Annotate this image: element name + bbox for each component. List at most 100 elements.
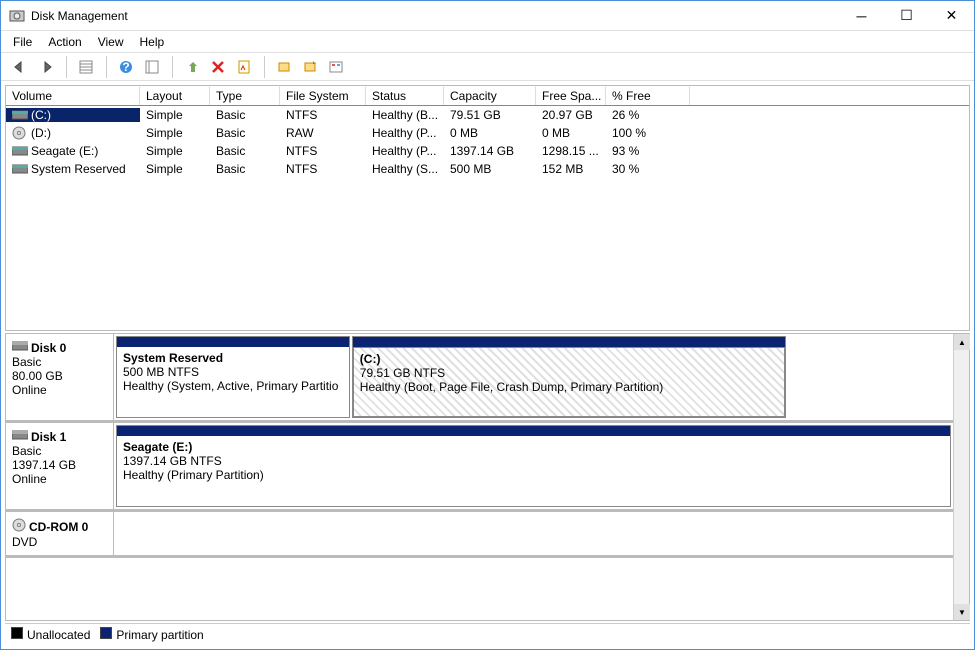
volume-cell-layout: Simple [140, 144, 210, 158]
menu-file[interactable]: File [13, 35, 32, 49]
settings-button[interactable] [141, 56, 163, 78]
volume-cell-status: Healthy (B... [366, 108, 444, 122]
partition-name: Seagate (E:) [123, 440, 192, 454]
disk-partitions: Seagate (E:)1397.14 GB NTFSHealthy (Prim… [114, 423, 953, 509]
forward-button[interactable] [35, 56, 57, 78]
toolbar: ? [1, 53, 974, 81]
hard-drive-icon [12, 144, 28, 158]
show-hide-tree-button[interactable] [75, 56, 97, 78]
volume-cell-pct: 30 % [606, 162, 690, 176]
menu-action[interactable]: Action [48, 35, 81, 49]
vertical-scrollbar[interactable]: ▲ ▼ [953, 334, 969, 620]
volume-cell-type: Basic [210, 144, 280, 158]
scroll-down-button[interactable]: ▼ [954, 604, 970, 620]
action1-button[interactable] [273, 56, 295, 78]
partition-size-fs: 500 MB NTFS [123, 365, 199, 379]
volume-cell-fs: RAW [280, 126, 366, 140]
col-pctfree[interactable]: % Free [606, 86, 690, 105]
disk-row: Disk 1Basic1397.14 GBOnlineSeagate (E:)1… [6, 423, 953, 512]
action2-button[interactable] [299, 56, 321, 78]
disk-id: CD-ROM 0 [29, 520, 88, 534]
partition-status: Healthy (Primary Partition) [123, 468, 264, 482]
partition-box[interactable]: System Reserved500 MB NTFSHealthy (Syste… [116, 336, 350, 418]
volume-cell-layout: Simple [140, 162, 210, 176]
disk-row: CD-ROM 0DVD [6, 512, 953, 558]
col-layout[interactable]: Layout [140, 86, 210, 105]
close-button[interactable]: ✕ [929, 1, 974, 30]
partition-body: (C:)79.51 GB NTFSHealthy (Boot, Page Fil… [353, 347, 785, 417]
partition-name: (C:) [360, 352, 381, 366]
volume-cell-free: 0 MB [536, 126, 606, 140]
volume-row[interactable]: System ReservedSimpleBasicNTFSHealthy (S… [6, 160, 969, 178]
disk-row: Disk 0Basic80.00 GBOnlineSystem Reserved… [6, 334, 953, 423]
maximize-button[interactable]: ☐ [884, 1, 929, 30]
content-area: Volume Layout Type File System Status Ca… [1, 81, 974, 649]
volume-cell-free: 20.97 GB [536, 108, 606, 122]
app-icon [9, 8, 25, 24]
volume-cell-pct: 26 % [606, 108, 690, 122]
volume-row[interactable]: (D:)SimpleBasicRAWHealthy (P...0 MB0 MB1… [6, 124, 969, 142]
volumes-list: Volume Layout Type File System Status Ca… [5, 85, 970, 331]
disk-management-window: Disk Management ─ ☐ ✕ File Action View H… [0, 0, 975, 650]
svg-text:?: ? [122, 60, 129, 74]
disk-partitions: System Reserved500 MB NTFSHealthy (Syste… [114, 334, 953, 420]
volume-row[interactable]: (C:)SimpleBasicNTFSHealthy (B...79.51 GB… [6, 106, 969, 124]
delete-button[interactable] [207, 56, 229, 78]
volume-row[interactable]: Seagate (E:)SimpleBasicNTFSHealthy (P...… [6, 142, 969, 160]
help-button[interactable]: ? [115, 56, 137, 78]
volume-cell-capacity: 1397.14 GB [444, 144, 536, 158]
disk-info[interactable]: Disk 0Basic80.00 GBOnline [6, 334, 114, 420]
disk-info[interactable]: Disk 1Basic1397.14 GBOnline [6, 423, 114, 509]
col-filesystem[interactable]: File System [280, 86, 366, 105]
partition-body: Seagate (E:)1397.14 GB NTFSHealthy (Prim… [117, 436, 950, 506]
window-title: Disk Management [31, 9, 839, 23]
col-volume[interactable]: Volume [6, 86, 140, 105]
volume-cell-type: Basic [210, 126, 280, 140]
menubar: File Action View Help [1, 31, 974, 53]
action3-button[interactable] [325, 56, 347, 78]
volume-cell-type: Basic [210, 162, 280, 176]
volume-cell-free: 152 MB [536, 162, 606, 176]
menu-help[interactable]: Help [140, 35, 165, 49]
disk-icon [12, 340, 28, 355]
volume-cell-layout: Simple [140, 126, 210, 140]
disk-id: Disk 1 [31, 430, 66, 444]
partition-stripe [117, 337, 349, 347]
scroll-up-button[interactable]: ▲ [954, 334, 970, 350]
volumes-rows: (C:)SimpleBasicNTFSHealthy (B...79.51 GB… [6, 106, 969, 330]
titlebar: Disk Management ─ ☐ ✕ [1, 1, 974, 31]
minimize-button[interactable]: ─ [839, 1, 884, 30]
back-button[interactable] [9, 56, 31, 78]
volume-cell-name: Seagate (E:) [6, 144, 140, 158]
col-capacity[interactable]: Capacity [444, 86, 536, 105]
partition-size-fs: 79.51 GB NTFS [360, 366, 445, 380]
disk-type: Basic [12, 444, 107, 458]
hard-drive-icon [12, 108, 28, 122]
disk-icon [12, 429, 28, 444]
col-freespace[interactable]: Free Spa... [536, 86, 606, 105]
volume-cell-name: System Reserved [6, 162, 140, 176]
volume-cell-capacity: 0 MB [444, 126, 536, 140]
volume-cell-fs: NTFS [280, 144, 366, 158]
refresh-button[interactable] [181, 56, 203, 78]
partition-stripe [353, 337, 785, 347]
disk-type: DVD [12, 535, 107, 549]
volume-cell-fs: NTFS [280, 108, 366, 122]
col-status[interactable]: Status [366, 86, 444, 105]
disk-graphical-view: Disk 0Basic80.00 GBOnlineSystem Reserved… [5, 333, 970, 621]
hard-drive-icon [12, 162, 28, 176]
disk-info[interactable]: CD-ROM 0DVD [6, 512, 114, 555]
disk-partitions [114, 512, 953, 555]
col-type[interactable]: Type [210, 86, 280, 105]
properties-button[interactable] [233, 56, 255, 78]
menu-view[interactable]: View [98, 35, 124, 49]
partition-box[interactable]: Seagate (E:)1397.14 GB NTFSHealthy (Prim… [116, 425, 951, 507]
partition-box[interactable]: (C:)79.51 GB NTFSHealthy (Boot, Page Fil… [352, 336, 786, 418]
cd-drive-icon [12, 126, 28, 140]
volume-cell-status: Healthy (P... [366, 126, 444, 140]
volumes-header: Volume Layout Type File System Status Ca… [6, 86, 969, 106]
volume-cell-name: (D:) [6, 126, 140, 140]
volume-cell-pct: 93 % [606, 144, 690, 158]
volume-cell-name: (C:) [6, 108, 140, 122]
window-controls: ─ ☐ ✕ [839, 1, 974, 30]
